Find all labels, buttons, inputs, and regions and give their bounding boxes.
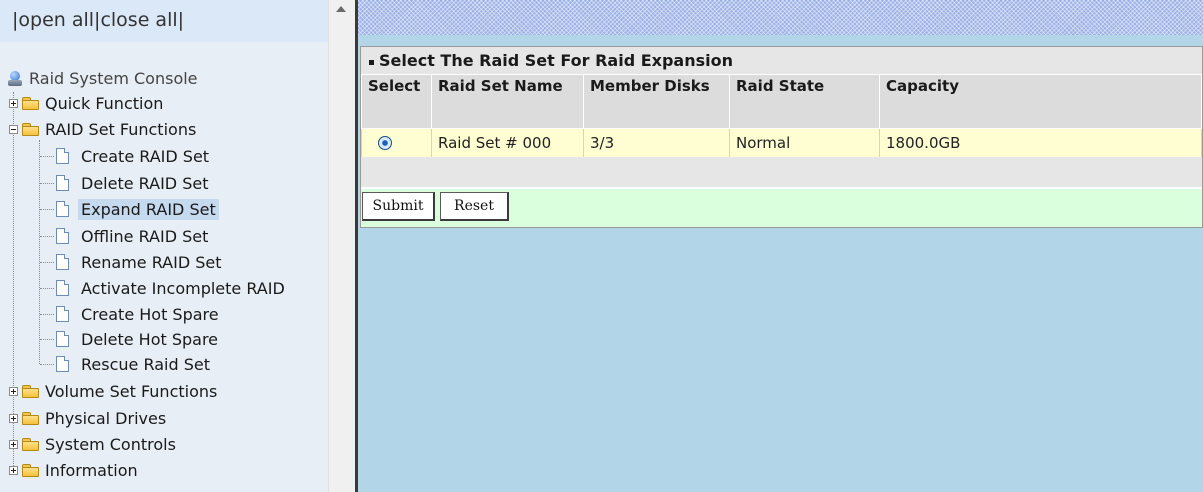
tree-folder-raid-set-functions[interactable]: RAID Set Functions — [22, 118, 199, 140]
tree-item-create-raid-set[interactable]: Create RAID Set — [56, 145, 212, 167]
plus-box-icon[interactable] — [9, 466, 18, 475]
tree-item-offline-raid-set[interactable]: Offline RAID Set — [56, 225, 211, 247]
tree-item-delete-hot-spare[interactable]: Delete Hot Spare — [56, 328, 221, 350]
submit-button[interactable]: Submit — [362, 192, 435, 221]
tree-toolbar: |open all|close all| — [0, 0, 328, 42]
document-icon — [56, 175, 69, 191]
tree-guide-line — [40, 364, 54, 365]
tree-item-rename-raid-set[interactable]: Rename RAID Set — [56, 251, 225, 273]
tree-item-label: Delete Hot Spare — [81, 329, 219, 349]
tree-item-create-hot-spare[interactable]: Create Hot Spare — [56, 303, 222, 325]
tree-item-label: Activate Incomplete RAID — [81, 278, 285, 298]
tree-folder-system-controls[interactable]: System Controls — [22, 433, 179, 455]
raid-expansion-panel: Select The Raid Set For Raid Expansion S… — [360, 46, 1203, 228]
tree-root-label: Raid System Console — [29, 68, 198, 88]
folder-icon — [22, 384, 39, 398]
tree-item-delete-raid-set[interactable]: Delete RAID Set — [56, 172, 211, 194]
scroll-up-arrow-icon[interactable] — [336, 6, 346, 12]
document-icon — [56, 280, 69, 296]
radio-selected-icon[interactable] — [378, 136, 392, 150]
minus-box-icon[interactable] — [9, 125, 18, 134]
tree-item-label: Offline RAID Set — [81, 226, 209, 246]
tree-guide-line — [40, 209, 54, 210]
folder-label: System Controls — [45, 434, 176, 454]
folder-open-icon — [22, 122, 39, 136]
bullet-icon — [369, 60, 374, 65]
select-cell[interactable] — [361, 128, 432, 158]
document-icon — [56, 228, 69, 244]
column-header: Raid Set Name — [431, 74, 584, 129]
column-header: Select — [361, 74, 432, 129]
content-frame: Select The Raid Set For Raid Expansion S… — [358, 0, 1203, 492]
folder-icon — [22, 96, 39, 110]
tree-item-label: Create RAID Set — [81, 146, 210, 166]
tree-guide-line — [40, 236, 54, 237]
document-icon — [56, 201, 69, 217]
raid-set-name-cell: Raid Set # 000 — [431, 128, 584, 158]
header-pattern-strip — [358, 0, 1203, 35]
folder-icon — [22, 411, 39, 425]
tree-guide-line — [40, 262, 54, 263]
column-header: Raid State — [729, 74, 880, 129]
tree-folder-volume-set-functions[interactable]: Volume Set Functions — [22, 380, 220, 402]
folder-icon — [22, 437, 39, 451]
document-icon — [56, 331, 69, 347]
tree-guide-line — [39, 140, 40, 364]
panel-title: Select The Raid Set For Raid Expansion — [361, 47, 1202, 74]
folder-label: Information — [45, 460, 138, 480]
folder-label: Volume Set Functions — [45, 381, 218, 401]
tree-guide-line — [40, 156, 54, 157]
plus-box-icon[interactable] — [9, 414, 18, 423]
tree-folder-quick-function[interactable]: Quick Function — [22, 92, 166, 114]
capacity-cell: 1800.0GB — [879, 128, 1202, 158]
tree-item-label: Rescue Raid Set — [81, 354, 210, 374]
plus-box-icon[interactable] — [9, 99, 18, 108]
tree-guide-line — [40, 314, 54, 315]
member-disks-cell: 3/3 — [583, 128, 730, 158]
tree-item-activate-incomplete-raid[interactable]: Activate Incomplete RAID — [56, 277, 288, 299]
tree-guide-line — [13, 92, 14, 468]
raid-set-table: Select Raid Set Name Member Disks Raid S… — [361, 74, 1202, 158]
raid-state-cell: Normal — [729, 128, 880, 158]
table-header-row: Select Raid Set Name Member Disks Raid S… — [361, 74, 1202, 129]
button-bar: Submit Reset — [361, 189, 1202, 227]
reset-button[interactable]: Reset — [440, 192, 509, 221]
panel-title-text: Select The Raid Set For Raid Expansion — [379, 51, 733, 70]
document-icon — [56, 306, 69, 322]
tree-folder-physical-drives[interactable]: Physical Drives — [22, 407, 169, 429]
folder-icon — [22, 463, 39, 477]
document-icon — [56, 148, 69, 164]
folder-label: Quick Function — [45, 93, 164, 113]
tree-guide-line — [40, 288, 54, 289]
open-close-all-links[interactable]: |open all|close all| — [12, 9, 184, 31]
tree-root-raid-system-console[interactable]: Raid System Console — [8, 67, 201, 89]
column-header: Member Disks — [583, 74, 730, 129]
document-icon — [56, 356, 69, 372]
tree-item-label: Expand RAID Set — [78, 198, 219, 220]
console-icon — [8, 70, 22, 86]
table-row[interactable]: Raid Set # 000 3/3 Normal 1800.0GB — [361, 128, 1202, 158]
tree-guide-line — [40, 339, 54, 340]
tree-guide-line — [40, 183, 54, 184]
plus-box-icon[interactable] — [9, 387, 18, 396]
folder-label: Physical Drives — [45, 408, 167, 428]
column-header: Capacity — [879, 74, 1202, 129]
plus-box-icon[interactable] — [9, 440, 18, 449]
navigation-tree: |open all|close all| Raid System Console… — [0, 0, 328, 492]
tree-folder-information[interactable]: Information — [22, 459, 141, 481]
tree-item-label: Create Hot Spare — [81, 304, 219, 324]
folder-label: RAID Set Functions — [45, 119, 197, 139]
tree-item-label: Rename RAID Set — [81, 252, 222, 272]
document-icon — [56, 254, 69, 270]
tree-item-label: Delete RAID Set — [81, 173, 209, 193]
tree-scrollbar[interactable] — [328, 0, 355, 492]
table-footer-spacer — [361, 157, 1202, 187]
tree-item-expand-raid-set[interactable]: Expand RAID Set — [56, 198, 219, 220]
tree-item-rescue-raid-set[interactable]: Rescue Raid Set — [56, 353, 213, 375]
